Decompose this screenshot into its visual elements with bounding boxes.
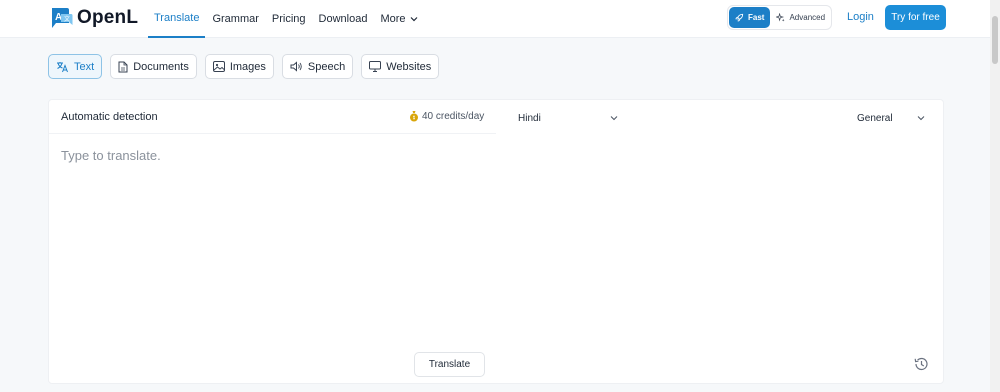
tab-images-label: Images <box>229 60 266 73</box>
nav-more[interactable]: More <box>374 0 423 38</box>
fast-mode-button[interactable]: Fast <box>729 7 771 28</box>
chevron-down-icon <box>410 17 417 22</box>
nav-pricing[interactable]: Pricing <box>266 0 312 38</box>
svg-text:文: 文 <box>64 15 70 23</box>
sparkles-icon <box>776 13 786 22</box>
input-type-tabs: Text Documents Images Speech Websites <box>48 54 447 79</box>
history-icon[interactable] <box>913 356 929 372</box>
document-icon <box>118 61 128 72</box>
translate-button[interactable]: Translate <box>414 352 485 377</box>
tab-speech-label: Speech <box>307 60 346 73</box>
credits-indicator: 40 credits/day <box>409 110 484 122</box>
domain-select[interactable]: General <box>857 111 925 125</box>
logo[interactable]: A 文 OpenL <box>50 6 138 30</box>
tab-websites-label: Websites <box>386 60 432 73</box>
source-language-select[interactable]: Automatic detection <box>61 111 158 123</box>
advanced-mode-button[interactable]: Advanced <box>770 7 831 28</box>
rocket-icon <box>735 13 744 22</box>
tab-documents-label: Documents <box>133 60 189 73</box>
tab-text-label: Text <box>74 60 95 73</box>
try-for-free-button[interactable]: Try for free <box>885 5 946 30</box>
target-language-label: Hindi <box>518 112 541 124</box>
nav-grammar[interactable]: Grammar <box>206 0 264 38</box>
tab-text[interactable]: Text <box>48 54 103 79</box>
chevron-down-icon <box>917 116 925 121</box>
advanced-mode-label: Advanced <box>789 13 826 22</box>
main-nav: Translate Grammar Pricing Download More <box>148 0 425 38</box>
app-name: OpenL <box>77 7 139 28</box>
target-header: Hindi General <box>496 100 945 134</box>
monitor-icon <box>369 61 382 72</box>
nav-download[interactable]: Download <box>313 0 374 38</box>
source-header: Automatic detection 40 credits/day <box>49 100 496 134</box>
source-text-input[interactable] <box>61 148 481 348</box>
translate-icon <box>57 61 68 72</box>
page-scrollbar[interactable] <box>990 0 1000 392</box>
image-icon <box>212 61 225 72</box>
speaker-icon <box>290 61 302 72</box>
target-language-select[interactable]: Hindi <box>518 111 618 125</box>
tab-documents[interactable]: Documents <box>110 54 197 79</box>
nav-more-label: More <box>380 13 406 25</box>
tab-speech[interactable]: Speech <box>281 54 354 79</box>
top-header: A 文 OpenL Translate Grammar Pricing Down… <box>0 0 1000 38</box>
login-link[interactable]: Login <box>847 11 874 23</box>
openl-logo-icon: A 文 <box>50 7 73 29</box>
credits-label: 40 credits/day <box>422 110 485 122</box>
coin-bag-icon <box>410 111 418 122</box>
chevron-down-icon <box>610 116 618 121</box>
domain-label: General <box>857 112 893 124</box>
mode-toggle: Fast Advanced <box>727 5 832 30</box>
fast-mode-label: Fast <box>748 13 765 22</box>
nav-translate[interactable]: Translate <box>148 0 206 38</box>
tab-websites[interactable]: Websites <box>361 54 440 79</box>
scrollbar-thumb[interactable] <box>992 16 998 64</box>
translator-panel: Automatic detection 40 credits/day Hindi… <box>48 99 944 384</box>
tab-images[interactable]: Images <box>204 54 274 79</box>
